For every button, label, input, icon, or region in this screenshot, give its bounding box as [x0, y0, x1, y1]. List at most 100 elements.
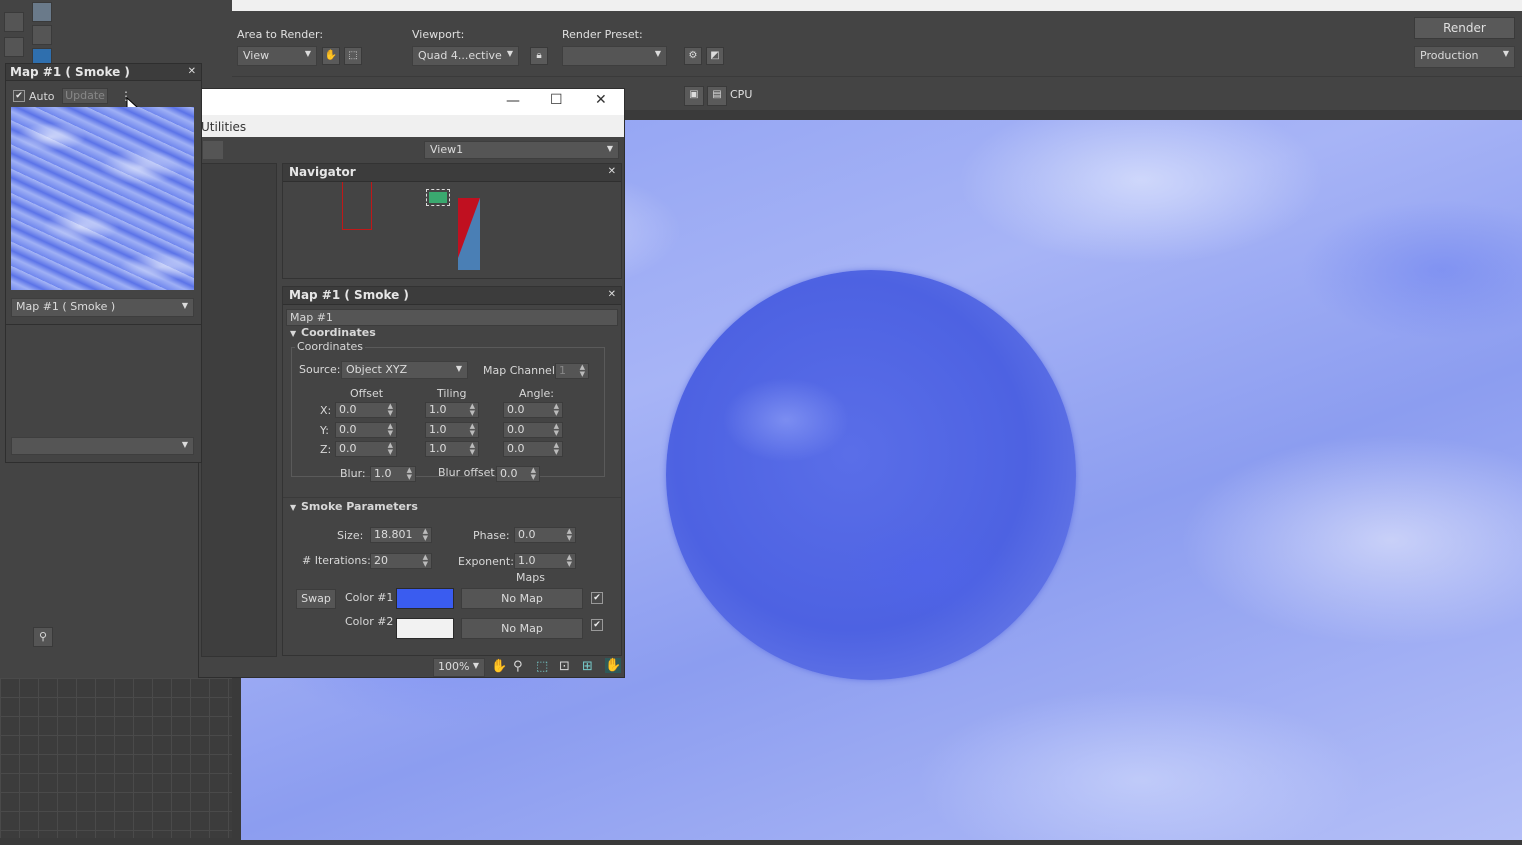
source-label: Source:: [299, 363, 341, 376]
zoom-dropdown[interactable]: 100% ▼: [433, 658, 485, 677]
blur-spinner[interactable]: 1.0 ▲ ▼: [370, 466, 416, 482]
link-tool-icon[interactable]: [32, 25, 52, 45]
angle-z-spinner[interactable]: 0.0 ▲ ▼: [503, 441, 563, 457]
edit-region-icon[interactable]: ✋: [322, 47, 340, 65]
binoculars-icon[interactable]: ⚲: [33, 627, 53, 647]
chevron-down-icon: ▼: [606, 144, 613, 153]
viewport-value: Quad 4...ective: [418, 49, 502, 62]
cpu-label: CPU: [730, 88, 753, 101]
render-setup-icon[interactable]: ⚙: [684, 47, 702, 65]
zoom-extents-icon[interactable]: ⊡: [559, 659, 570, 674]
zoom-icon[interactable]: ⚲: [513, 659, 523, 674]
render-frame-titlebar: [232, 0, 1522, 11]
map-name-field[interactable]: Map #1: [286, 309, 618, 326]
select-tool-icon[interactable]: [4, 12, 24, 32]
angle-x-spinner[interactable]: 0.0 ▲ ▼: [503, 402, 563, 418]
close-icon[interactable]: ✕: [188, 66, 196, 77]
rollout-collapse-icon[interactable]: ▼: [290, 503, 296, 512]
spinner-arrows-icon: ▲ ▼: [469, 441, 475, 456]
close-icon[interactable]: ✕: [608, 289, 616, 300]
source-dropdown[interactable]: Object XYZ ▼: [341, 361, 468, 379]
tiling-y-spinner[interactable]: 1.0 ▲ ▼: [425, 422, 479, 438]
secondary-dropdown[interactable]: ▼: [11, 437, 194, 455]
chevron-down-icon: ▼: [304, 49, 311, 58]
angle-y-value: 0.0: [507, 423, 525, 436]
axis-label: Y:: [320, 424, 329, 437]
swap-button[interactable]: Swap: [296, 589, 336, 609]
spinner-arrows-icon: ▲ ▼: [387, 441, 393, 456]
menu-utilities[interactable]: Utilities: [201, 120, 246, 134]
parameter-editor-header: Map #1 ( Smoke ) ✕: [283, 287, 621, 305]
smoke-sphere: [666, 270, 1076, 680]
render-preset-dropdown[interactable]: ▼: [562, 46, 667, 66]
exponent-spinner[interactable]: 1.0 ▲ ▼: [514, 553, 576, 569]
blur-offset-value: 0.0: [500, 467, 518, 480]
color2-swatch[interactable]: [396, 618, 454, 639]
view-dropdown-value: View1: [430, 143, 464, 156]
chevron-down-icon: ▼: [1502, 49, 1509, 58]
material-selector-dropdown[interactable]: Map #1 ( Smoke ) ▼: [11, 298, 194, 317]
blur-offset-spinner[interactable]: 0.0 ▲ ▼: [496, 466, 540, 482]
navigator-title: Navigator: [289, 165, 356, 179]
auto-region-icon[interactable]: ⬚: [344, 47, 362, 65]
environment-icon[interactable]: ◩: [706, 47, 724, 65]
offset-x-spinner[interactable]: 0.0 ▲ ▼: [335, 402, 397, 418]
close-icon[interactable]: ✕: [608, 166, 616, 177]
lock-icon[interactable]: 🔒︎: [530, 47, 548, 65]
view-dropdown[interactable]: View1 ▼: [424, 141, 619, 159]
zoom-selected-icon[interactable]: ⊞: [582, 659, 593, 674]
map-channel-spinner[interactable]: 1 ▲ ▼: [555, 363, 589, 379]
coordinates-rollout-title[interactable]: Coordinates: [301, 326, 376, 339]
phase-spinner[interactable]: 0.0 ▲ ▼: [514, 527, 576, 543]
layout-icon[interactable]: [203, 141, 223, 159]
move-tool-icon[interactable]: [4, 37, 24, 57]
chevron-down-icon: ▼: [181, 301, 188, 310]
area-to-render-dropdown[interactable]: View ▼: [237, 46, 317, 66]
chevron-down-icon: ▼: [181, 440, 188, 449]
close-icon[interactable]: ✕: [595, 92, 607, 108]
render-frame-toolbar: Area to Render: View ▼ ✋ ⬚ Viewport: Qua…: [232, 11, 1522, 77]
smoke-rollout-title[interactable]: Smoke Parameters: [301, 500, 418, 513]
tiling-z-spinner[interactable]: 1.0 ▲ ▼: [425, 441, 479, 457]
color2-map-checkbox[interactable]: ✔: [591, 619, 603, 631]
spinner-arrows-icon: ▲ ▼: [566, 553, 572, 568]
exponent-label: Exponent:: [458, 555, 514, 568]
pan-icon[interactable]: ✋: [491, 659, 507, 674]
active-tool-icon[interactable]: [32, 2, 52, 22]
minimize-icon[interactable]: —: [506, 93, 520, 109]
rollout-collapse-icon[interactable]: ▼: [290, 329, 296, 338]
production-value: Production: [1420, 49, 1479, 62]
tiling-x-spinner[interactable]: 1.0 ▲ ▼: [425, 402, 479, 418]
viewport-dropdown[interactable]: Quad 4...ective ▼: [412, 46, 519, 66]
color2-map-button[interactable]: No Map: [461, 618, 583, 639]
size-spinner[interactable]: 18.801 ▲ ▼: [370, 527, 432, 543]
render-to-frame-icon[interactable]: ▣: [684, 86, 704, 106]
display-frame-icon[interactable]: ▤: [707, 86, 727, 106]
angle-x-value: 0.0: [507, 403, 525, 416]
color2-label: Color #2: [345, 615, 394, 628]
render-button[interactable]: Render: [1414, 17, 1515, 39]
chevron-down-icon: ▼: [472, 661, 479, 670]
spinner-arrows-icon: ▲ ▼: [553, 422, 559, 437]
iterations-spinner[interactable]: 20 ▲ ▼: [370, 553, 432, 569]
pan-active-icon[interactable]: ✋: [605, 658, 622, 673]
size-value: 18.801: [374, 528, 413, 541]
spinner-arrows-icon: ▲ ▼: [422, 553, 428, 568]
spinner-arrows-icon: ▲ ▼: [422, 527, 428, 542]
production-dropdown[interactable]: Production ▼: [1414, 46, 1515, 68]
offset-z-spinner[interactable]: 0.0 ▲ ▼: [335, 441, 397, 457]
auto-label: Auto: [29, 90, 55, 103]
auto-checkbox[interactable]: ✔: [13, 90, 25, 102]
color1-map-checkbox[interactable]: ✔: [591, 592, 603, 604]
color1-map-button[interactable]: No Map: [461, 588, 583, 609]
viewport-grid: [0, 678, 232, 838]
offset-y-spinner[interactable]: 0.0 ▲ ▼: [335, 422, 397, 438]
maximize-icon[interactable]: ☐: [550, 92, 563, 108]
navigator-header: Navigator ✕: [283, 164, 621, 182]
color1-swatch[interactable]: [396, 588, 454, 609]
update-button[interactable]: Update: [62, 88, 108, 104]
area-to-render-label: Area to Render:: [237, 28, 324, 41]
blur-value: 1.0: [374, 467, 392, 480]
zoom-region-icon[interactable]: ⬚: [536, 659, 548, 674]
angle-y-spinner[interactable]: 0.0 ▲ ▼: [503, 422, 563, 438]
